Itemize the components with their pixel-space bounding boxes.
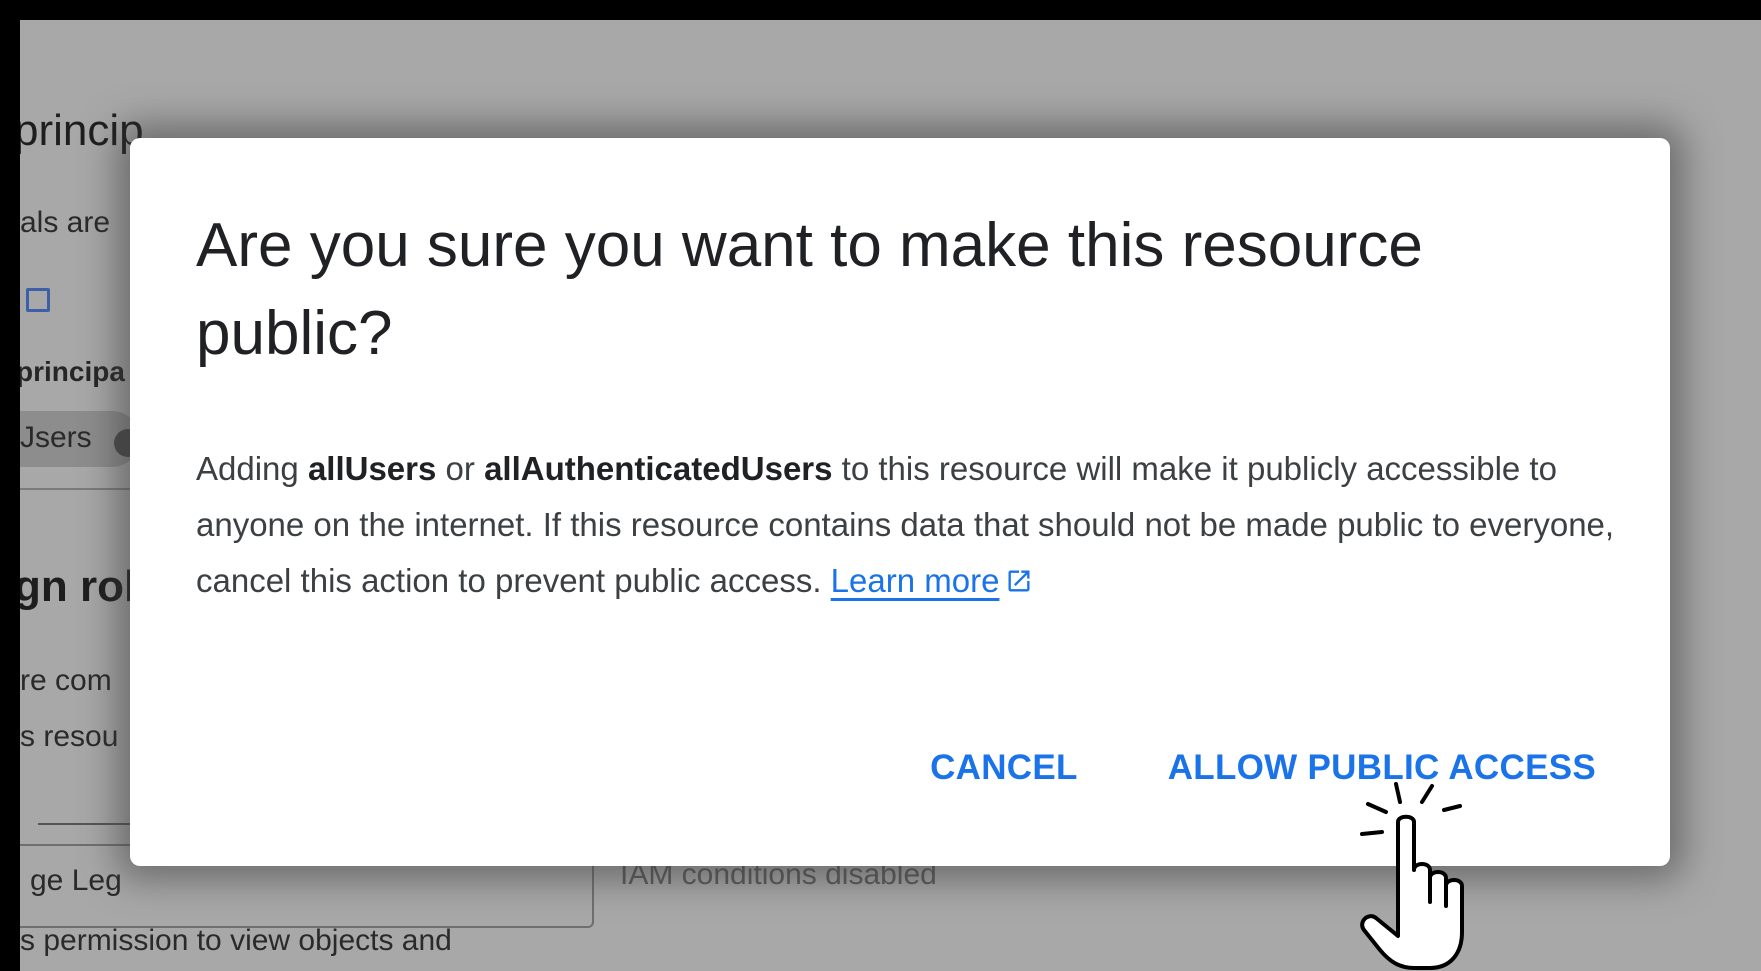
body-bold-allusers: allUsers bbox=[307, 450, 437, 487]
hand-pointer-icon bbox=[1360, 782, 1464, 970]
body-text-part2: or bbox=[436, 450, 485, 487]
bg-role-desc: s permission to view objects and bbox=[20, 924, 452, 957]
body-bold-allauthenticatedusers: allAuthenticatedUsers bbox=[484, 450, 833, 487]
learn-more-label: Learn more bbox=[830, 562, 1000, 599]
open-in-new-icon[interactable] bbox=[1005, 567, 1033, 595]
dialog-body: Adding allUsers or allAuthenticatedUsers… bbox=[196, 441, 1636, 609]
bg-heading-roles: gn rol bbox=[20, 562, 137, 611]
body-text-part1: Adding bbox=[196, 450, 308, 487]
bg-principals-desc: als are bbox=[20, 206, 111, 239]
frame-border-top bbox=[0, 0, 1761, 20]
bg-roles-desc-2: s resou bbox=[20, 720, 119, 753]
bg-heading-principals: princip bbox=[20, 106, 144, 155]
learn-more-link[interactable]: Learn more bbox=[831, 562, 1000, 599]
bg-chip-text: Jsers bbox=[20, 421, 92, 454]
bg-role-field-text: ge Leg bbox=[30, 864, 122, 897]
frame-border-left bbox=[0, 0, 20, 971]
bg-external-link-icon bbox=[26, 288, 50, 312]
bg-roles-desc-1: re com bbox=[20, 664, 112, 697]
screenshot-frame: princip als are principa Jsers gn rol re… bbox=[0, 0, 1761, 971]
make-public-confirm-dialog: Are you sure you want to make this resou… bbox=[130, 138, 1670, 866]
bg-principal-label: principa bbox=[20, 356, 125, 387]
cancel-button[interactable]: CANCEL bbox=[930, 738, 1078, 798]
dialog-title: Are you sure you want to make this resou… bbox=[196, 211, 1423, 368]
